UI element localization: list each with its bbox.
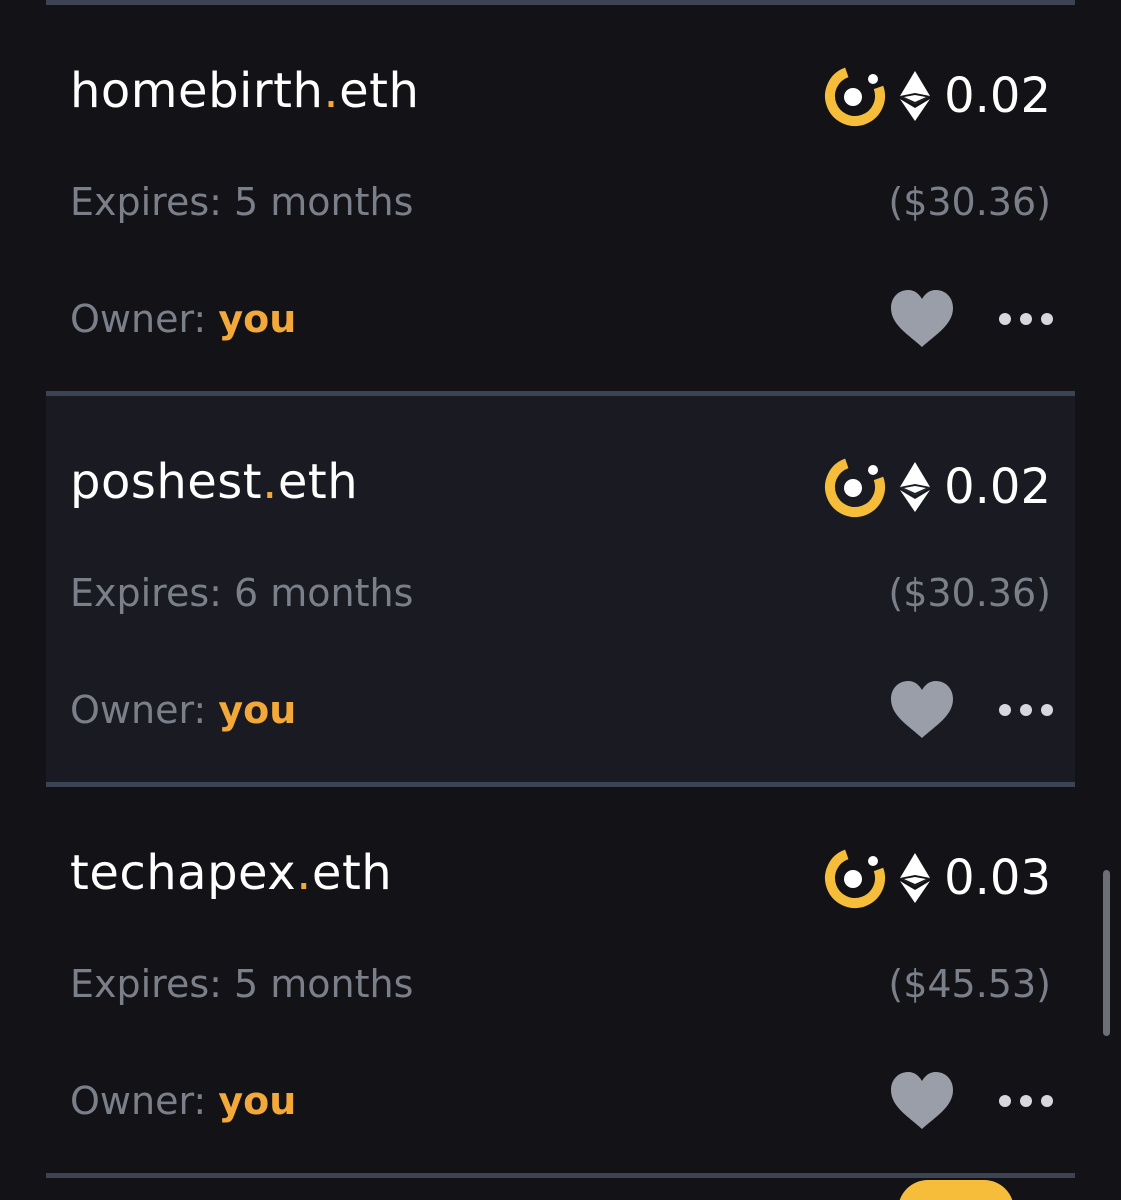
price-row: 0.02 <box>824 454 1051 520</box>
marketplace-logo-icon <box>824 847 886 909</box>
price-usd: ($45.53) <box>888 962 1051 1006</box>
more-options-icon[interactable] <box>999 312 1053 326</box>
card-actions <box>889 1071 1053 1131</box>
domain-name-label: homebirth <box>70 63 324 119</box>
heart-icon[interactable] <box>889 289 955 349</box>
ethereum-icon <box>898 460 932 514</box>
domain-card[interactable]: poshest.eth 0.02 Expires: 6 months ($30.… <box>46 396 1075 782</box>
price-eth: 0.02 <box>944 459 1051 515</box>
list-divider <box>46 1173 1075 1178</box>
domain-dot: . <box>323 63 340 119</box>
owner-value[interactable]: you <box>218 1079 296 1123</box>
domain-dot: . <box>296 845 312 901</box>
domain-tld: eth <box>339 63 420 119</box>
domain-listings-page: homebirth.eth 0.02 Expires: 5 months ($3… <box>0 0 1121 1200</box>
domain-name-label: techapex <box>70 845 297 901</box>
domain-card[interactable]: homebirth.eth 0.02 Expires: 5 months ($3… <box>46 5 1075 391</box>
domain-name-label: poshest <box>70 454 263 510</box>
more-options-icon[interactable] <box>999 703 1053 717</box>
owner-label: Owner: <box>70 1079 207 1123</box>
owner-value[interactable]: you <box>218 688 296 732</box>
owner-row: Owner: you <box>70 1079 296 1123</box>
domain-name[interactable]: techapex.eth <box>70 845 392 901</box>
domain-dot: . <box>262 454 278 510</box>
owner-row: Owner: you <box>70 688 296 732</box>
price-usd: ($30.36) <box>888 180 1051 224</box>
heart-icon[interactable] <box>889 1071 955 1131</box>
expires-text: Expires: 6 months <box>70 571 414 615</box>
card-actions <box>889 680 1053 740</box>
marketplace-logo-icon <box>824 65 886 127</box>
price-eth: 0.02 <box>944 68 1051 124</box>
domain-card[interactable]: techapex.eth 0.03 Expires: 5 months ($45… <box>46 787 1075 1173</box>
floating-action-button[interactable] <box>898 1180 1014 1200</box>
expires-text: Expires: 5 months <box>70 962 414 1006</box>
domain-list: homebirth.eth 0.02 Expires: 5 months ($3… <box>46 0 1075 1178</box>
price-row: 0.03 <box>824 845 1051 911</box>
domain-tld: eth <box>277 454 359 510</box>
domain-tld: eth <box>311 845 393 901</box>
domain-name[interactable]: homebirth.eth <box>70 63 419 119</box>
domain-name[interactable]: poshest.eth <box>70 454 358 510</box>
owner-label: Owner: <box>70 297 207 341</box>
expires-text: Expires: 5 months <box>70 180 414 224</box>
more-options-icon[interactable] <box>999 1094 1053 1108</box>
scrollbar-thumb[interactable] <box>1103 870 1110 1036</box>
owner-value[interactable]: you <box>218 297 296 341</box>
price-usd: ($30.36) <box>888 571 1051 615</box>
card-actions <box>889 289 1053 349</box>
ethereum-icon <box>898 69 932 123</box>
owner-row: Owner: you <box>70 297 296 341</box>
ethereum-icon <box>898 851 932 905</box>
price-eth: 0.03 <box>944 850 1051 906</box>
marketplace-logo-icon <box>824 456 886 518</box>
price-row: 0.02 <box>824 63 1051 129</box>
heart-icon[interactable] <box>889 680 955 740</box>
owner-label: Owner: <box>70 688 207 732</box>
